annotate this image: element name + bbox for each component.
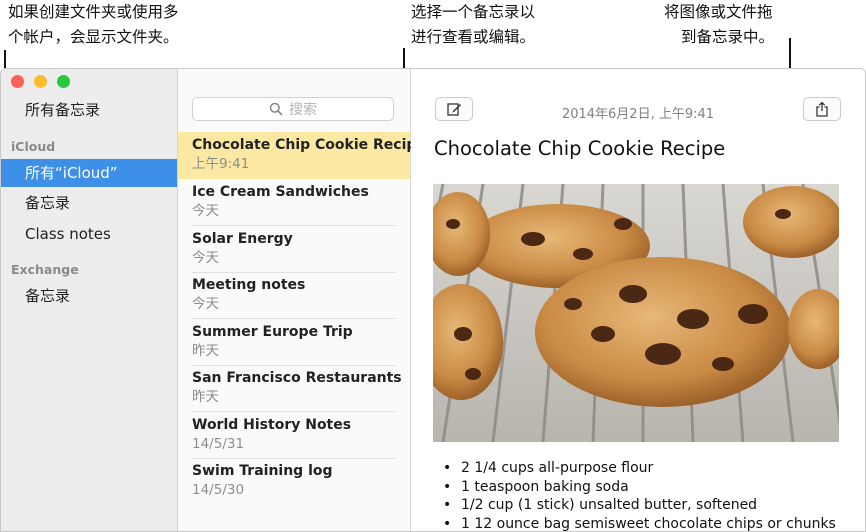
ingredient-list[interactable]: 2 1/4 cups all-purpose flour 1 teaspoon … [443, 459, 836, 532]
cookie-photo[interactable] [433, 184, 839, 442]
note-list-item[interactable]: Meeting notes 今天 [178, 272, 410, 319]
note-list: 搜索 Chocolate Chip Cookie Recipe 上午9:41 I… [178, 69, 411, 531]
sidebar: 所有备忘录 iCloud 所有“iCloud” 备忘录 Class notes … [1, 69, 178, 531]
note-date: 上午9:41 [192, 155, 410, 174]
note-title: Summer Europe Trip [192, 322, 410, 342]
callout-drag: 将图像或文件拖 到备忘录中。 [664, 0, 774, 50]
callout-note-list-line1: 选择一个备忘录以 [411, 0, 535, 25]
note-list-item[interactable]: Swim Training log 14/5/30 [178, 458, 410, 505]
note-list-item[interactable]: San Francisco Restaurants 昨天 [178, 365, 410, 412]
zoom-window-button[interactable] [57, 75, 70, 88]
note-date: 14/5/31 [192, 435, 410, 454]
callout-folders-line1: 如果创建文件夹或使用多 [8, 0, 179, 25]
note-date: 今天 [192, 202, 410, 221]
note-date: 今天 [192, 295, 410, 314]
note-editor[interactable]: 2014年6月2日, 上午9:41 Chocolate Chip Cookie … [411, 69, 865, 531]
sidebar-section-icloud: iCloud [11, 139, 55, 154]
search-field[interactable]: 搜索 [192, 97, 394, 121]
note-date: 昨天 [192, 388, 410, 407]
ingredient-item: 1 teaspoon baking soda [443, 478, 836, 497]
sidebar-item-all-notes[interactable]: 所有备忘录 [1, 96, 177, 124]
close-window-button[interactable] [11, 75, 24, 88]
callout-note-list-line2: 进行查看或编辑。 [411, 25, 535, 50]
note-heading[interactable]: Chocolate Chip Cookie Recipe [434, 137, 725, 160]
sidebar-item-all-icloud[interactable]: 所有“iCloud” [1, 159, 177, 187]
sidebar-item-icloud-notes[interactable]: 备忘录 [1, 189, 177, 217]
callout-drag-line2: 到备忘录中。 [664, 25, 774, 50]
callout-folders-line2: 个帐户，会显示文件夹。 [8, 25, 179, 50]
note-title: Chocolate Chip Cookie Recipe [192, 135, 410, 155]
minimize-window-button[interactable] [34, 75, 47, 88]
ingredient-item: 1 12 ounce bag semisweet chocolate chips… [443, 515, 836, 532]
ingredient-item: 1/2 cup (1 stick) unsalted butter, softe… [443, 496, 836, 515]
note-title: Ice Cream Sandwiches [192, 182, 410, 202]
notes-window: 所有备忘录 iCloud 所有“iCloud” 备忘录 Class notes … [0, 68, 866, 532]
note-title: Swim Training log [192, 461, 410, 481]
ingredient-item: 2 1/4 cups all-purpose flour [443, 459, 836, 478]
callout-drag-line1: 将图像或文件拖 [664, 0, 774, 25]
note-list-item[interactable]: Ice Cream Sandwiches 今天 [178, 179, 410, 226]
sidebar-item-exchange-notes[interactable]: 备忘录 [1, 282, 177, 310]
note-datetime: 2014年6月2日, 上午9:41 [411, 103, 865, 122]
sidebar-item-class-notes[interactable]: Class notes [1, 220, 177, 248]
note-list-item[interactable]: Solar Energy 今天 [178, 226, 410, 273]
note-date: 昨天 [192, 342, 410, 361]
search-icon [269, 102, 283, 116]
note-list-item[interactable]: World History Notes 14/5/31 [178, 412, 410, 459]
note-title: San Francisco Restaurants [192, 368, 410, 388]
note-list-item[interactable]: Summer Europe Trip 昨天 [178, 319, 410, 366]
sidebar-section-exchange: Exchange [11, 262, 79, 277]
note-title: World History Notes [192, 415, 410, 435]
note-date: 今天 [192, 249, 410, 268]
note-title: Solar Energy [192, 229, 410, 249]
note-title: Meeting notes [192, 275, 410, 295]
callout-folders: 如果创建文件夹或使用多 个帐户，会显示文件夹。 [8, 0, 179, 50]
search-placeholder: 搜索 [289, 99, 317, 119]
note-date: 14/5/30 [192, 481, 410, 500]
share-icon [815, 101, 829, 117]
cookie-photo-image [433, 184, 839, 442]
callout-note-list: 选择一个备忘录以 进行查看或编辑。 [411, 0, 535, 50]
note-list-item[interactable]: Chocolate Chip Cookie Recipe 上午9:41 [178, 132, 410, 179]
share-button[interactable] [803, 97, 841, 121]
